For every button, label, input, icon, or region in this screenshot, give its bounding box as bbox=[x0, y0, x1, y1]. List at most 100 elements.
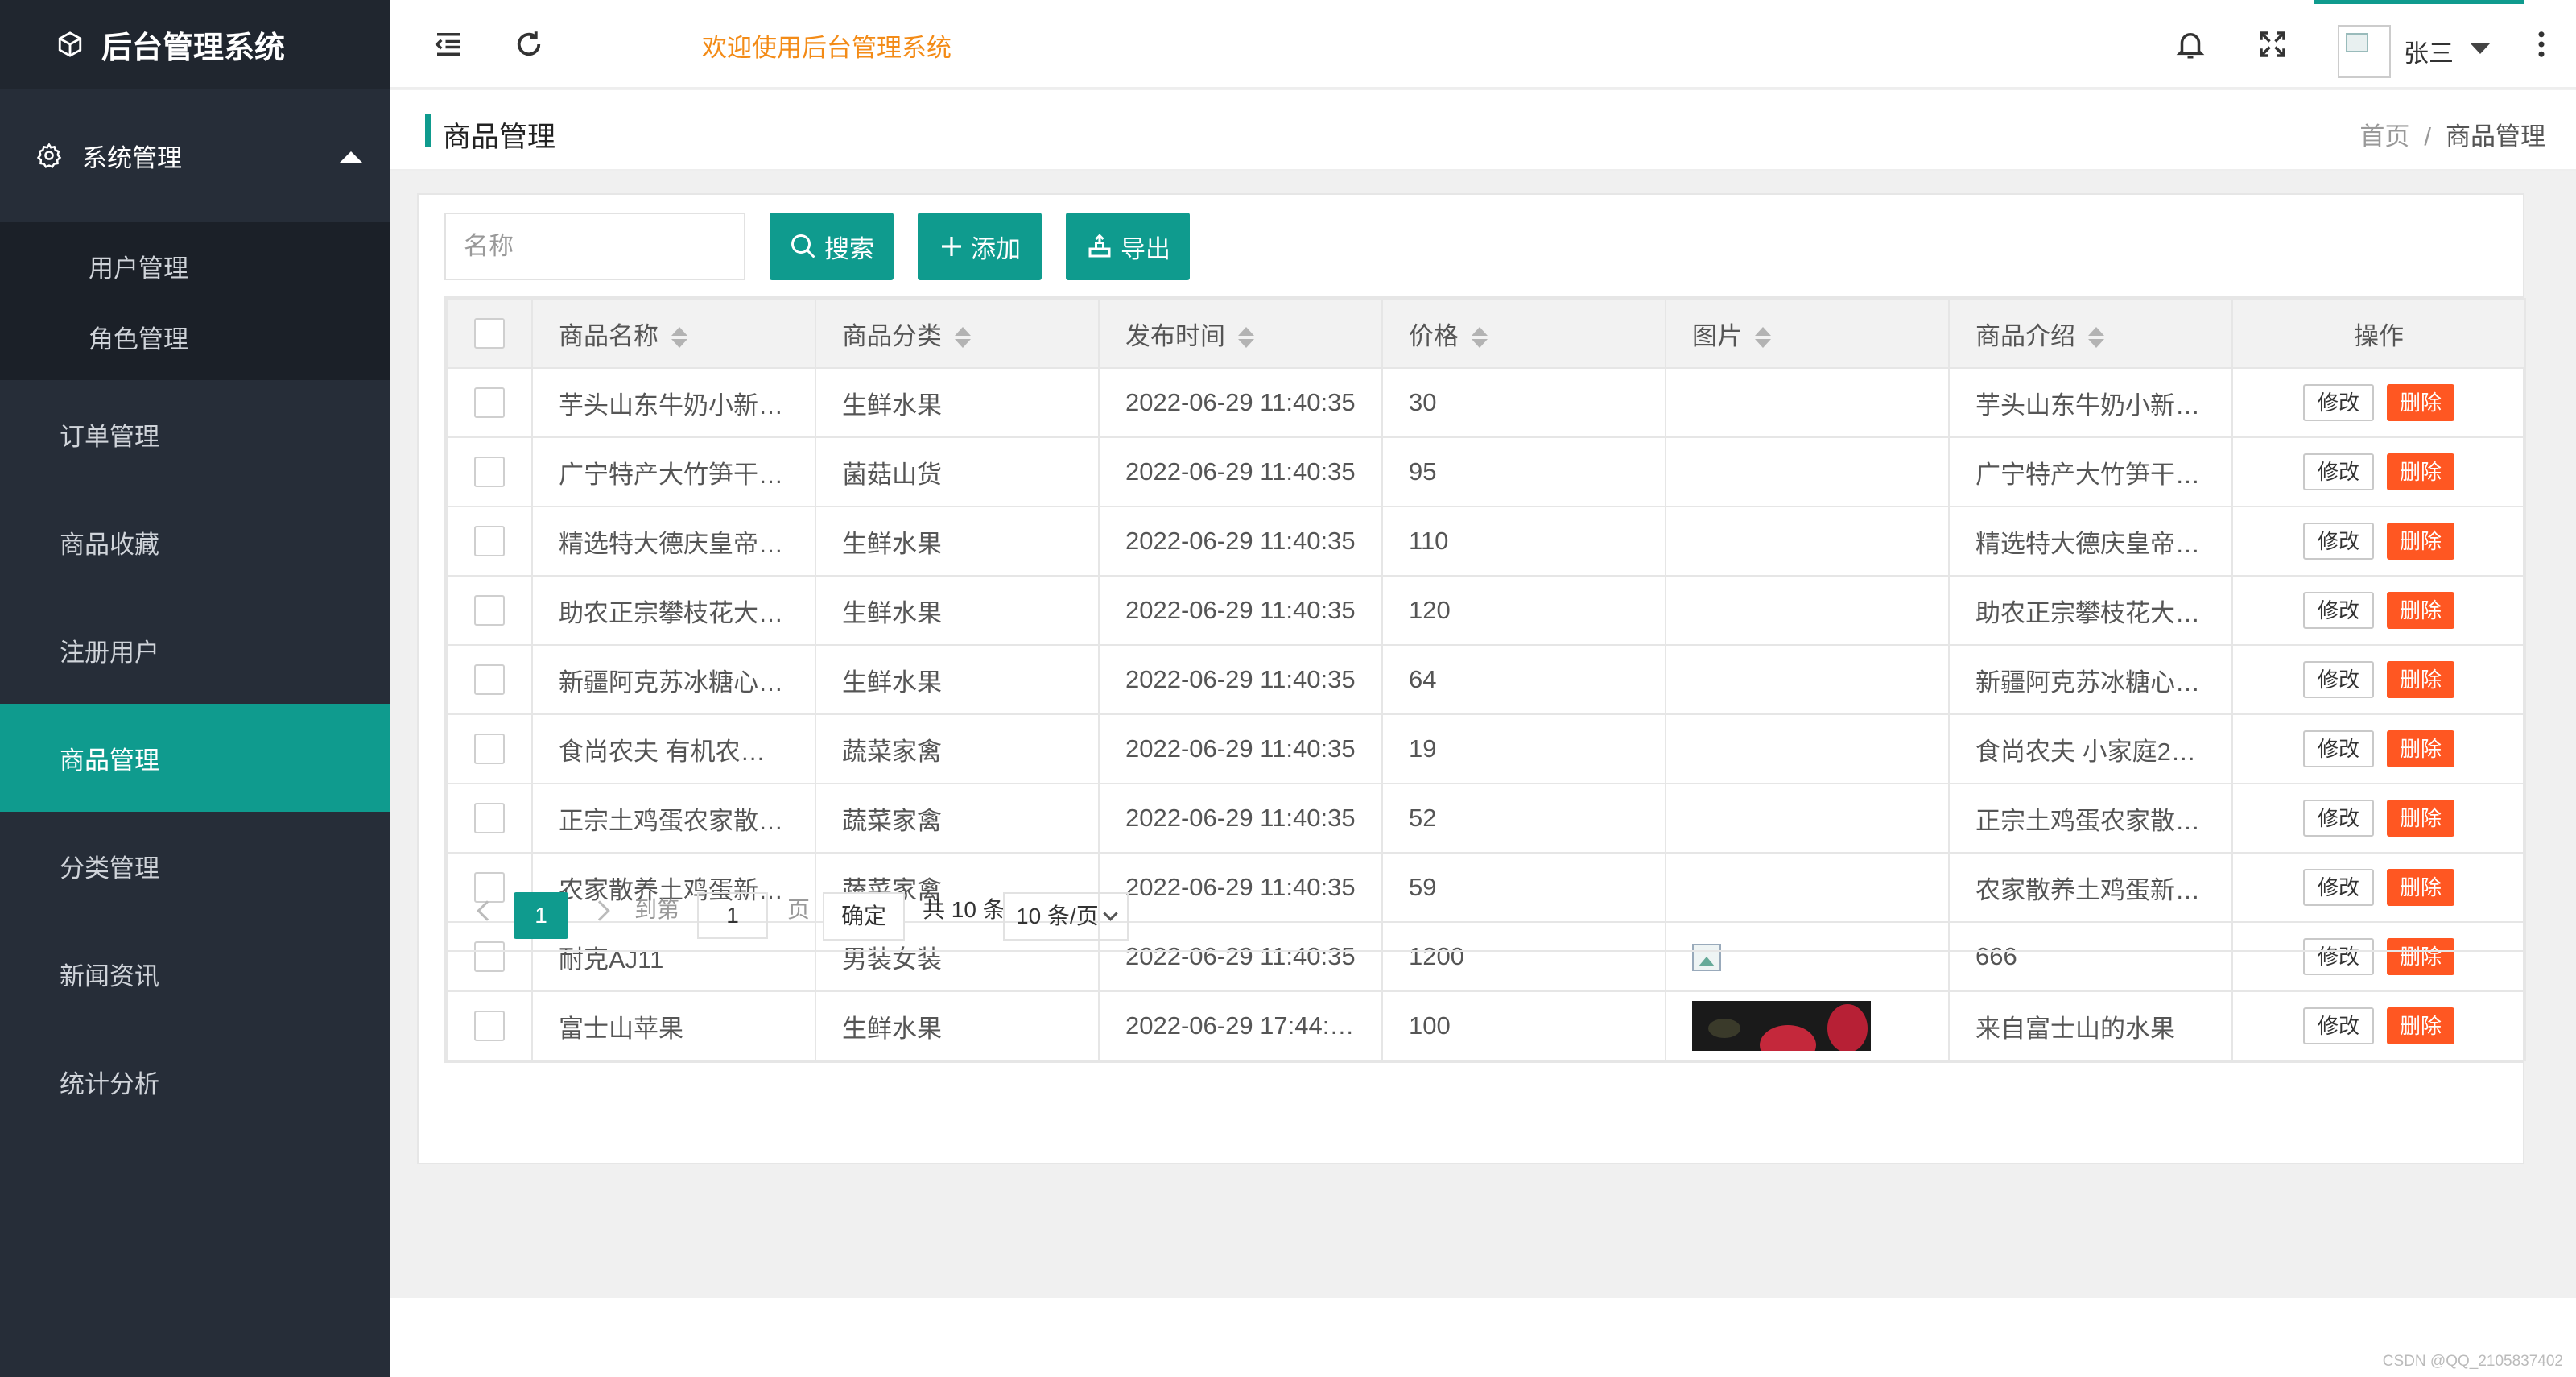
sidebar-item-news[interactable]: 新闻资讯 bbox=[0, 920, 390, 1028]
sidebar-item-favorites[interactable]: 商品收藏 bbox=[0, 488, 390, 596]
row-checkbox[interactable] bbox=[474, 457, 505, 488]
cell-category: 菌菇山货 bbox=[815, 436, 1100, 507]
edit-button[interactable]: 修改 bbox=[2302, 661, 2374, 698]
goto-page-input[interactable]: 1 bbox=[697, 892, 768, 939]
nav-group-system: 系统管理 用户管理 角色管理 bbox=[0, 89, 390, 380]
search-button[interactable]: 搜索 bbox=[770, 213, 894, 280]
delete-button[interactable]: 删除 bbox=[2387, 592, 2455, 629]
sidebar-item-registered-users[interactable]: 注册用户 bbox=[0, 596, 390, 704]
watermark: CSDN @QQ_2105837402 bbox=[2382, 1353, 2563, 1370]
edit-button[interactable]: 修改 bbox=[2302, 523, 2374, 560]
cell-time: 2022-06-29 11:40:35 bbox=[1098, 713, 1383, 784]
sidebar-item-products[interactable]: 商品管理 bbox=[0, 704, 390, 812]
edit-button[interactable]: 修改 bbox=[2302, 730, 2374, 767]
cell-category: 蔬菜家禽 bbox=[815, 783, 1100, 854]
row-checkbox[interactable] bbox=[474, 803, 505, 834]
sort-icon[interactable] bbox=[1755, 325, 1771, 349]
more-vertical-icon[interactable] bbox=[2524, 27, 2558, 61]
edit-button[interactable]: 修改 bbox=[2302, 453, 2374, 490]
edit-button[interactable]: 修改 bbox=[2302, 800, 2374, 837]
cell-category: 生鲜水果 bbox=[815, 990, 1100, 1061]
breadcrumb-home[interactable]: 首页 bbox=[2359, 122, 2409, 151]
caret-up-icon bbox=[340, 151, 362, 163]
sort-icon[interactable] bbox=[671, 325, 687, 349]
delete-button[interactable]: 删除 bbox=[2387, 1007, 2455, 1044]
cell-price: 52 bbox=[1381, 783, 1666, 854]
delete-button[interactable]: 删除 bbox=[2387, 453, 2455, 490]
cell-time: 2022-06-29 17:44:… bbox=[1098, 990, 1383, 1061]
export-button-label: 导出 bbox=[1121, 234, 1170, 263]
table-row: 正宗土鸡蛋农家散… 蔬菜家禽 2022-06-29 11:40:35 52 正宗土鸡蛋农… bbox=[446, 783, 2526, 854]
edit-button[interactable]: 修改 bbox=[2302, 1007, 2374, 1044]
row-select-cell bbox=[446, 990, 533, 1061]
sidebar-item-categories[interactable]: 分类管理 bbox=[0, 812, 390, 920]
sidebar-item-statistics[interactable]: 统计分析 bbox=[0, 1028, 390, 1135]
page-number-current[interactable]: 1 bbox=[514, 892, 568, 939]
cell-image bbox=[1665, 575, 1950, 646]
fullscreen-icon[interactable] bbox=[2256, 27, 2289, 61]
add-button-label: 添加 bbox=[971, 234, 1021, 263]
cell-actions: 修改 删除 bbox=[2231, 367, 2526, 438]
goto-confirm-button[interactable]: 确定 bbox=[823, 892, 905, 941]
content-card: 名称 搜索 添加 导出 商品名称 商品分类 发布时间 价格 图片 商品介绍 操作… bbox=[417, 193, 2526, 1164]
select-all-checkbox[interactable] bbox=[474, 318, 505, 349]
column-header-price[interactable]: 价格 bbox=[1381, 298, 1666, 369]
row-checkbox[interactable] bbox=[474, 595, 505, 626]
edit-button[interactable]: 修改 bbox=[2302, 592, 2374, 629]
column-header-name[interactable]: 商品名称 bbox=[531, 298, 816, 369]
bell-icon[interactable] bbox=[2174, 27, 2207, 61]
edit-button[interactable]: 修改 bbox=[2302, 384, 2374, 421]
row-checkbox[interactable] bbox=[474, 734, 505, 765]
add-button[interactable]: 添加 bbox=[918, 213, 1042, 280]
row-checkbox[interactable] bbox=[474, 1011, 505, 1042]
sort-icon[interactable] bbox=[2088, 325, 2104, 349]
table-row: 新疆阿克苏冰糖心… 生鲜水果 2022-06-29 11:40:35 64 新疆阿克苏冰… bbox=[446, 644, 2526, 715]
page-title: 商品管理 bbox=[443, 122, 556, 153]
cell-category: 生鲜水果 bbox=[815, 575, 1100, 646]
delete-button[interactable]: 删除 bbox=[2387, 800, 2455, 837]
sort-icon[interactable] bbox=[955, 325, 971, 349]
column-header-intro[interactable]: 商品介绍 bbox=[1948, 298, 2233, 369]
sidebar-item-system[interactable]: 系统管理 bbox=[0, 89, 390, 222]
row-select-cell bbox=[446, 367, 533, 438]
page-size-select[interactable]: 10 条/页 bbox=[1003, 892, 1129, 941]
sort-icon[interactable] bbox=[1472, 325, 1488, 349]
cell-name: 富士山苹果 bbox=[531, 990, 816, 1061]
sidebar-item-users[interactable]: 用户管理 bbox=[0, 230, 390, 301]
delete-button[interactable]: 删除 bbox=[2387, 523, 2455, 560]
collapse-menu-icon[interactable] bbox=[431, 27, 465, 61]
sidebar: 后台管理系统 系统管理 用户管理 角色管理 订单管理 商品收藏 注册用户 商品管… bbox=[0, 0, 390, 1377]
prev-page-icon[interactable] bbox=[477, 900, 497, 921]
column-label: 发布时间 bbox=[1125, 321, 1225, 350]
total-count: 共 10 条 bbox=[923, 897, 1005, 922]
sidebar-item-orders[interactable]: 订单管理 bbox=[0, 380, 390, 488]
export-button[interactable]: 导出 bbox=[1066, 213, 1190, 280]
row-checkbox[interactable] bbox=[474, 526, 505, 557]
delete-button[interactable]: 删除 bbox=[2387, 730, 2455, 767]
search-input[interactable]: 名称 bbox=[444, 213, 745, 280]
user-menu[interactable]: 张三 bbox=[2314, 0, 2524, 89]
next-page-icon[interactable] bbox=[589, 900, 610, 921]
cell-image bbox=[1665, 644, 1950, 715]
refresh-icon[interactable] bbox=[512, 27, 546, 61]
sidebar-item-roles[interactable]: 角色管理 bbox=[0, 301, 390, 372]
cell-name: 食尚农夫 有机农… bbox=[531, 713, 816, 784]
delete-button[interactable]: 删除 bbox=[2387, 661, 2455, 698]
column-header-image[interactable]: 图片 bbox=[1665, 298, 1950, 369]
plus-icon bbox=[942, 237, 961, 256]
row-select-cell bbox=[446, 644, 533, 715]
column-header-time[interactable]: 发布时间 bbox=[1098, 298, 1383, 369]
row-checkbox[interactable] bbox=[474, 664, 505, 696]
row-checkbox[interactable] bbox=[474, 387, 505, 419]
cell-intro: 芋头山东牛奶小新… bbox=[1948, 367, 2233, 438]
sort-icon[interactable] bbox=[1238, 325, 1254, 349]
cell-name: 精选特大德庆皇帝… bbox=[531, 506, 816, 577]
cell-image bbox=[1665, 367, 1950, 438]
delete-button[interactable]: 删除 bbox=[2387, 384, 2455, 421]
cell-price: 110 bbox=[1381, 506, 1666, 577]
column-header-category[interactable]: 商品分类 bbox=[815, 298, 1100, 369]
cell-intro: 精选特大德庆皇帝… bbox=[1948, 506, 2233, 577]
goto-suffix: 页 bbox=[787, 897, 811, 922]
column-label: 商品介绍 bbox=[1975, 321, 2075, 350]
cell-price: 120 bbox=[1381, 575, 1666, 646]
